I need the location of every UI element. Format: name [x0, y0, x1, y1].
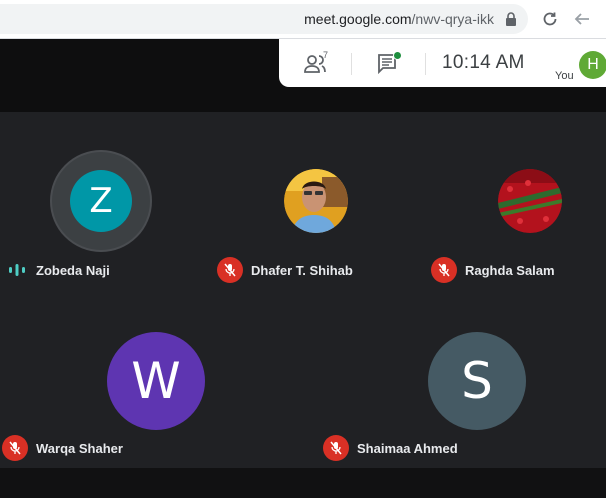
- participant-name: Warqa Shaher: [36, 440, 123, 456]
- divider: [425, 53, 426, 75]
- participants-grid: Z Zobeda Naji Dhafer T. Shihab Raghda Sa…: [0, 112, 606, 468]
- participant-name-row: Warqa Shaher: [2, 435, 123, 461]
- mic-off-icon: [217, 257, 243, 283]
- browser-toolbar: meet.google.com/nwv-qrya-ikk: [0, 0, 606, 39]
- url-path: /nwv-qrya-ikk: [411, 11, 494, 27]
- user-avatar[interactable]: H: [579, 51, 606, 79]
- participant-photo[interactable]: [284, 169, 348, 233]
- chat-notification-dot: [393, 51, 402, 60]
- address-bar[interactable]: meet.google.com/nwv-qrya-ikk: [0, 4, 528, 34]
- participant-name-row: Raghda Salam: [431, 257, 555, 283]
- participant-name: Dhafer T. Shihab: [251, 262, 353, 278]
- participant-name: Shaimaa Ahmed: [357, 440, 458, 456]
- meeting-clock: 10:14 AM: [442, 52, 525, 73]
- participant-name-row: Zobeda Naji: [2, 258, 110, 282]
- participant-name-row: Dhafer T. Shihab: [217, 257, 353, 283]
- mic-off-icon: [323, 435, 349, 461]
- participant-avatar[interactable]: Z: [70, 170, 132, 232]
- reload-icon[interactable]: [541, 10, 559, 28]
- participant-count: 7: [323, 50, 329, 60]
- audio-level-icon: [9, 264, 25, 276]
- participant-name: Raghda Salam: [465, 262, 555, 278]
- participant-avatar[interactable]: S: [428, 332, 526, 430]
- mic-off-icon: [2, 435, 28, 461]
- participant-name: Zobeda Naji: [36, 262, 110, 278]
- back-arrow-icon[interactable]: [573, 10, 591, 28]
- participant-name-row: Shaimaa Ahmed: [323, 435, 458, 461]
- url-text[interactable]: meet.google.com/nwv-qrya-ikk: [304, 11, 494, 27]
- url-host: meet.google.com: [304, 11, 412, 27]
- lock-icon[interactable]: [505, 12, 517, 26]
- participant-photo[interactable]: [498, 169, 562, 233]
- you-label: You: [555, 70, 574, 82]
- meeting-bottom-area: [0, 468, 606, 498]
- meeting-info-panel: 7 10:14 AM You H: [279, 39, 606, 87]
- mic-off-icon: [431, 257, 457, 283]
- participant-avatar[interactable]: W: [107, 332, 205, 430]
- divider: [351, 53, 352, 75]
